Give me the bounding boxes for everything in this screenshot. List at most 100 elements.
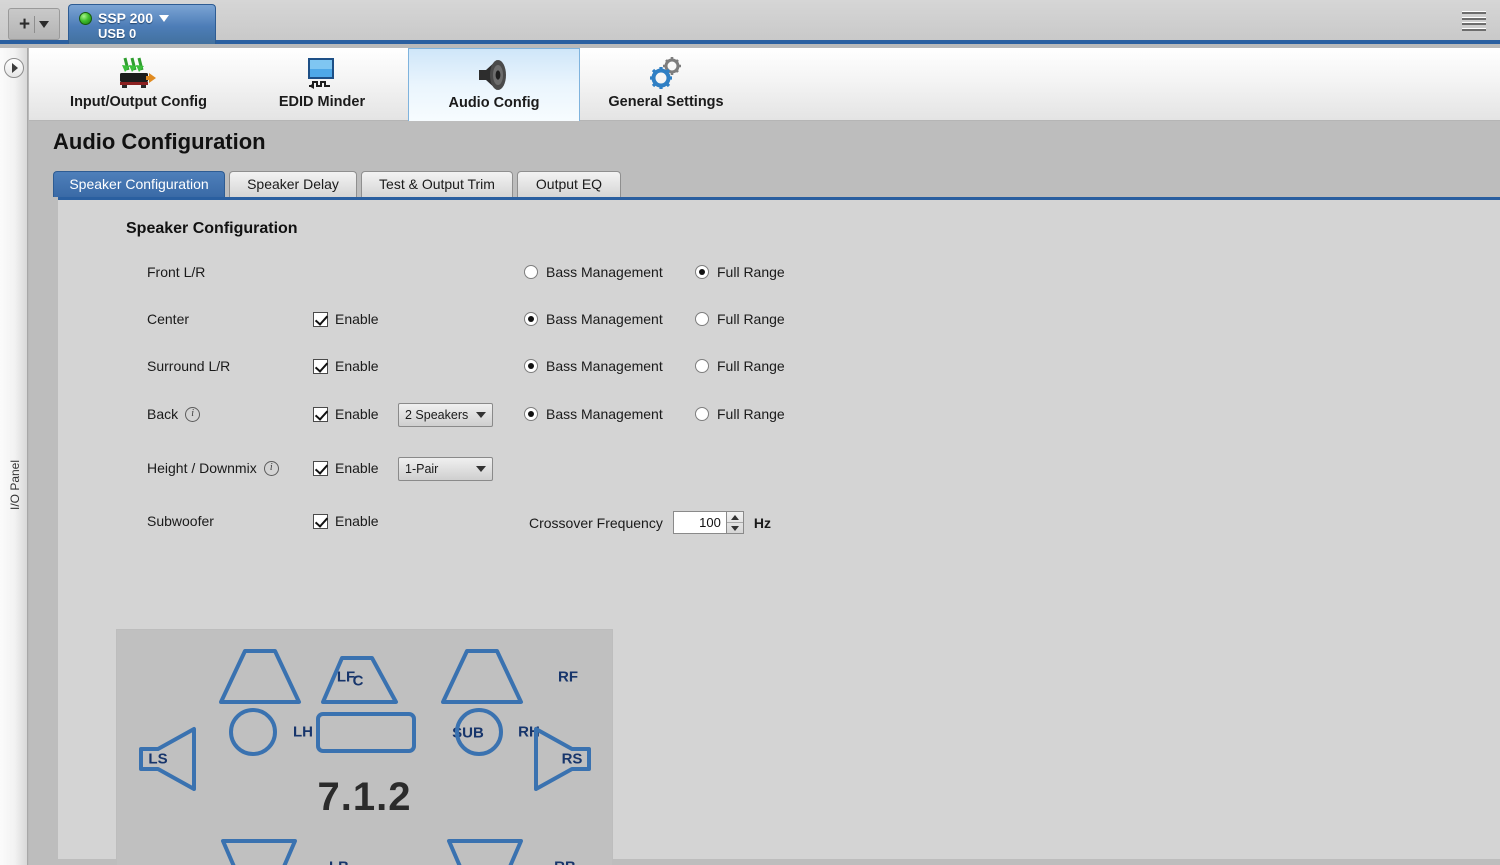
speaker-shape-rf[interactable]: RF — [439, 648, 578, 706]
sub-tab-speaker-configuration[interactable]: Speaker Configuration — [53, 171, 225, 197]
radio-full-range[interactable]: Full Range — [695, 358, 785, 374]
page-body: Audio Configuration Speaker Configuratio… — [29, 121, 1500, 865]
radio-label: Full Range — [717, 264, 785, 280]
arrow-down-icon — [730, 525, 739, 531]
stepper-increment-button[interactable] — [726, 512, 743, 523]
enable-checkbox-surround[interactable]: Enable — [313, 358, 379, 374]
speaker-label: RB — [525, 859, 605, 865]
chevron-down-icon[interactable] — [159, 14, 170, 22]
sub-tab-test-output-trim[interactable]: Test & Output Trim — [361, 171, 513, 197]
section-title: Speaker Configuration — [126, 220, 298, 237]
speaker-row-label: Height / Downmix i — [147, 460, 279, 476]
speaker-shape-rb[interactable]: RB — [445, 838, 576, 865]
dropdown-value: 1-Pair — [405, 462, 439, 476]
enable-checkbox-back[interactable]: Enable — [313, 406, 379, 422]
menu-bar — [1462, 11, 1486, 14]
speaker-name: Surround L/R — [147, 358, 231, 374]
speaker-layout-diagram: LF C RF LH SUB RH LS RS 7.1.2 — [116, 629, 613, 865]
speaker-row-front-lr: Front L/R Bass Management Full Range — [58, 256, 1500, 292]
hamburger-menu-icon[interactable] — [1462, 10, 1486, 32]
stepper-buttons — [725, 512, 743, 533]
enable-checkbox-center[interactable]: Enable — [313, 311, 379, 327]
radio-full-range[interactable]: Full Range — [695, 264, 785, 280]
device-tab-bar: + SSP 200 USB 0 — [0, 0, 1500, 44]
radio-bass-management[interactable]: Bass Management — [524, 264, 663, 280]
checkbox-indicator — [313, 406, 328, 422]
stepper-decrement-button[interactable] — [727, 523, 743, 533]
nav-tab-general-settings[interactable]: General Settings — [580, 48, 752, 121]
radio-indicator — [524, 359, 538, 373]
dropdown-back-speakers[interactable]: 2 Speakers — [398, 403, 493, 427]
sub-tab-speaker-delay[interactable]: Speaker Delay — [229, 171, 357, 197]
plus-icon: + — [18, 13, 31, 35]
enable-checkbox-subwoofer[interactable]: Enable — [313, 513, 379, 529]
checkbox-label: Enable — [335, 513, 379, 529]
crossover-frequency-value[interactable]: 100 — [674, 512, 726, 533]
device-tab-top-line: SSP 200 — [79, 10, 215, 26]
io-panel-rail: I/O Panel — [0, 48, 28, 865]
expand-io-panel-button[interactable] — [4, 58, 24, 78]
nav-tab-label: EDID Minder — [278, 94, 366, 110]
speaker-name: Height / Downmix — [147, 460, 257, 476]
speaker-shape-sub[interactable]: SUB — [315, 711, 484, 754]
radio-indicator — [695, 265, 709, 279]
radio-label: Bass Management — [546, 406, 663, 422]
display-signal-icon — [300, 54, 344, 94]
io-panel-label: I/O Panel — [8, 459, 22, 511]
menu-bar — [1462, 22, 1486, 26]
nav-tab-edid-minder[interactable]: EDID Minder — [236, 48, 408, 121]
checkbox-label: Enable — [335, 358, 379, 374]
radio-indicator — [524, 407, 538, 421]
checkbox-label: Enable — [335, 311, 379, 327]
sub-tab-label: Speaker Configuration — [69, 176, 209, 192]
speaker-shape-lh[interactable]: LH — [228, 707, 313, 757]
chevron-down-icon[interactable] — [39, 20, 50, 28]
speaker-shape-c[interactable]: C — [319, 655, 405, 707]
nav-tab-audio-config[interactable]: Audio Config — [408, 48, 580, 121]
radio-bass-management[interactable]: Bass Management — [524, 311, 663, 327]
checkbox-indicator — [313, 311, 328, 327]
menu-bar — [1462, 27, 1486, 31]
checkbox-indicator — [313, 460, 328, 476]
speaker-shape-lf[interactable]: LF — [217, 648, 355, 706]
dropdown-value: 2 Speakers — [405, 408, 469, 422]
input-output-device-icon — [116, 54, 162, 94]
nav-tab-label: Input/Output Config — [70, 94, 207, 110]
speaker-row-height-downmix: Height / Downmix i Enable 1-Pair — [58, 452, 1500, 488]
info-icon[interactable]: i — [263, 460, 279, 476]
radio-full-range[interactable]: Full Range — [695, 406, 785, 422]
info-icon[interactable]: i — [185, 406, 201, 422]
device-name: SSP 200 — [98, 10, 154, 26]
speaker-row-label: Subwoofer — [147, 513, 214, 529]
sub-tab-label: Test & Output Trim — [379, 176, 495, 192]
device-tab-ssp200[interactable]: SSP 200 USB 0 — [68, 4, 216, 44]
sub-tab-output-eq[interactable]: Output EQ — [517, 171, 621, 197]
radio-bass-management[interactable]: Bass Management — [524, 406, 663, 422]
speaker-row-label: Back i — [147, 406, 201, 422]
crossover-frequency-group: Crossover Frequency 100 Hz — [529, 511, 771, 534]
nav-tab-input-output-config[interactable]: Input/Output Config — [41, 48, 236, 121]
speaker-row-label: Surround L/R — [147, 358, 230, 374]
device-connection: USB 0 — [98, 26, 137, 41]
speaker-icon — [473, 55, 515, 95]
speaker-label: RF — [558, 668, 578, 686]
speaker-shape-lb[interactable]: LB — [219, 838, 349, 865]
crossover-frequency-unit: Hz — [753, 514, 771, 531]
chevron-down-icon — [476, 412, 486, 418]
speaker-label: LB — [299, 859, 379, 865]
speaker-row-label: Center — [147, 311, 189, 327]
checkbox-indicator — [313, 513, 328, 529]
radio-bass-management[interactable]: Bass Management — [524, 358, 663, 374]
speaker-layout-mode: 7.1.2 — [317, 775, 412, 819]
add-device-button[interactable]: + — [8, 8, 60, 40]
radio-indicator — [695, 312, 709, 326]
crossover-frequency-stepper[interactable]: 100 — [672, 511, 744, 534]
speaker-shape-rh[interactable]: RH — [454, 707, 540, 757]
speaker-name: Subwoofer — [147, 513, 214, 529]
page-title: Audio Configuration — [53, 129, 266, 154]
dropdown-height-pairs[interactable]: 1-Pair — [398, 457, 493, 481]
radio-full-range[interactable]: Full Range — [695, 311, 785, 327]
enable-checkbox-height[interactable]: Enable — [313, 460, 379, 476]
speaker-row-surround-lr: Surround L/R Enable Bass Management Full… — [58, 350, 1500, 386]
nav-tab-label: General Settings — [608, 94, 724, 110]
